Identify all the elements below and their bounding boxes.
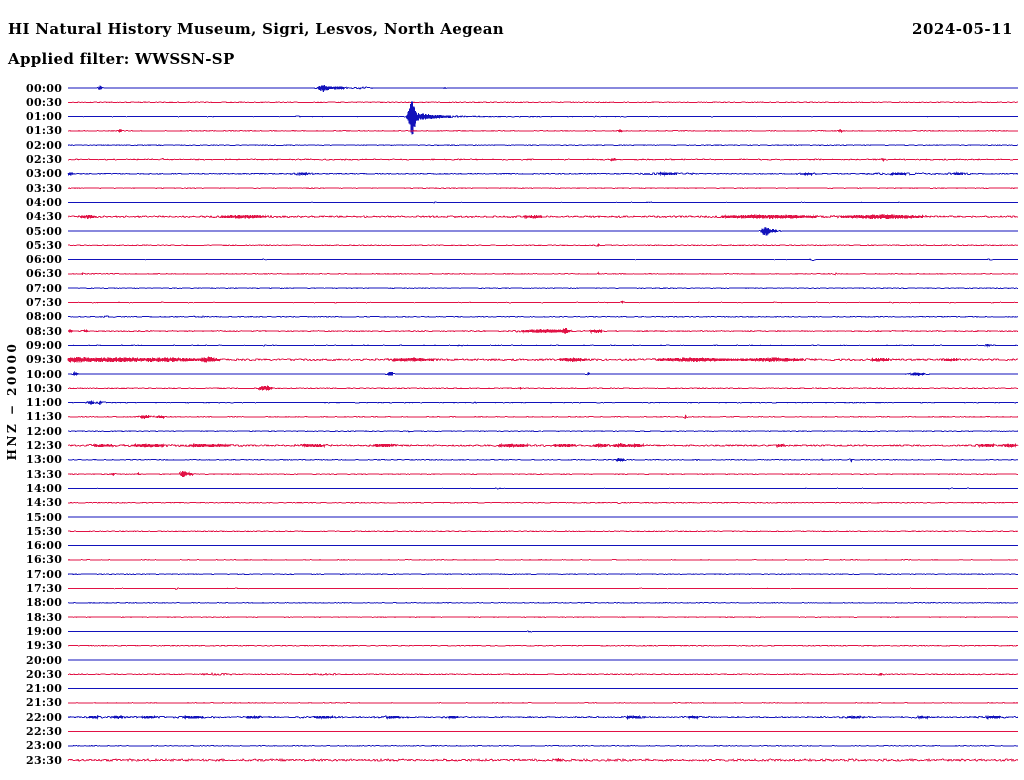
trace-2200 bbox=[67, 714, 1019, 721]
trace-0100 bbox=[67, 101, 1019, 135]
trace-0130 bbox=[67, 129, 1019, 134]
time-label-2100: 21:00 bbox=[26, 682, 63, 696]
time-label-1700: 17:00 bbox=[26, 567, 63, 581]
time-label-0830: 08:30 bbox=[26, 324, 63, 338]
time-label-0230: 02:30 bbox=[26, 153, 63, 166]
time-label-0400: 04:00 bbox=[26, 195, 63, 209]
trace-1230 bbox=[67, 442, 1019, 449]
trace-0930 bbox=[67, 356, 1019, 363]
time-label-0530: 05:30 bbox=[26, 238, 63, 252]
trace-0000 bbox=[67, 84, 1019, 92]
time-label-0200: 02:00 bbox=[26, 138, 63, 152]
time-label-0030: 00:30 bbox=[26, 95, 63, 109]
trace-1430 bbox=[67, 501, 1019, 505]
time-label-0700: 07:00 bbox=[26, 281, 63, 295]
trace-0300 bbox=[67, 171, 1019, 177]
time-label-0930: 09:30 bbox=[26, 353, 63, 367]
trace-0400 bbox=[67, 201, 1019, 204]
trace-0600 bbox=[67, 258, 1019, 262]
trace-0330 bbox=[67, 187, 1019, 189]
time-label-1730: 17:30 bbox=[26, 582, 63, 595]
trace-1200 bbox=[67, 430, 1019, 433]
time-label-1100: 11:00 bbox=[26, 396, 63, 410]
time-label-0500: 05:00 bbox=[26, 224, 63, 238]
time-label-1230: 12:30 bbox=[26, 439, 63, 452]
time-label-2300: 23:00 bbox=[26, 739, 63, 753]
time-label-0300: 03:00 bbox=[26, 167, 63, 181]
trace-1900 bbox=[67, 630, 1019, 633]
time-label-1200: 12:00 bbox=[26, 424, 63, 438]
trace-2130 bbox=[67, 702, 1019, 704]
time-label-0730: 07:30 bbox=[26, 296, 63, 309]
trace-1330 bbox=[67, 470, 1019, 478]
time-label-1630: 16:30 bbox=[26, 553, 63, 567]
time-label-1430: 14:30 bbox=[26, 496, 63, 510]
trace-0230 bbox=[67, 157, 1019, 163]
time-label-2000: 20:00 bbox=[26, 653, 63, 667]
trace-1930 bbox=[67, 644, 1019, 647]
trace-1830 bbox=[67, 616, 1019, 618]
time-label-1130: 11:30 bbox=[26, 410, 63, 424]
time-label-0000: 00:00 bbox=[26, 81, 63, 95]
trace-2330 bbox=[67, 758, 1019, 763]
trace-0530 bbox=[67, 243, 1019, 247]
time-label-1530: 15:30 bbox=[26, 524, 63, 538]
trace-0030 bbox=[67, 101, 1019, 104]
trace-0900 bbox=[68, 343, 1019, 348]
time-label-0800: 08:00 bbox=[26, 310, 63, 324]
time-label-2330: 23:30 bbox=[26, 753, 63, 767]
helicorder-plot bbox=[67, 84, 1019, 763]
trace-2030 bbox=[67, 672, 1019, 676]
trace-0500 bbox=[67, 227, 1019, 236]
trace-0630 bbox=[67, 271, 1019, 276]
trace-0430 bbox=[67, 214, 1019, 220]
time-label-2130: 21:30 bbox=[26, 696, 63, 710]
time-label-1500: 15:00 bbox=[26, 510, 63, 524]
trace-1130 bbox=[67, 414, 1019, 420]
time-label-2200: 22:00 bbox=[26, 710, 63, 724]
time-label-0900: 09:00 bbox=[26, 338, 63, 352]
trace-1100 bbox=[67, 400, 1019, 406]
time-label-1800: 18:00 bbox=[26, 596, 63, 610]
time-label-2030: 20:30 bbox=[26, 667, 63, 681]
time-label-1030: 10:30 bbox=[26, 381, 63, 395]
time-label-2230: 22:30 bbox=[26, 725, 63, 738]
time-label-1000: 10:00 bbox=[26, 367, 63, 381]
trace-2230 bbox=[67, 730, 1019, 733]
time-label-0330: 03:30 bbox=[26, 181, 63, 195]
time-label-0100: 01:00 bbox=[26, 110, 63, 124]
trace-0800 bbox=[67, 315, 1019, 319]
time-label-1600: 16:00 bbox=[26, 539, 63, 553]
trace-1000 bbox=[67, 371, 1019, 377]
trace-0730 bbox=[67, 300, 1019, 304]
time-label-1830: 18:30 bbox=[26, 610, 63, 624]
trace-0830 bbox=[67, 327, 1019, 335]
time-label-0130: 01:30 bbox=[26, 124, 63, 138]
trace-1530 bbox=[67, 530, 1019, 533]
trace-1400 bbox=[67, 487, 1019, 490]
trace-1730 bbox=[67, 587, 1019, 590]
time-label-0600: 06:00 bbox=[26, 253, 63, 267]
trace-1300 bbox=[67, 458, 1019, 463]
time-label-1900: 19:00 bbox=[26, 624, 63, 638]
time-label-1930: 19:30 bbox=[26, 639, 63, 653]
time-label-1400: 14:00 bbox=[26, 481, 63, 495]
trace-1030 bbox=[67, 385, 1019, 391]
time-label-0430: 04:30 bbox=[26, 210, 63, 224]
trace-1630 bbox=[67, 559, 1019, 561]
time-label-1300: 13:00 bbox=[26, 453, 63, 467]
helicorder-page: HI Natural History Museum, Sigri, Lesvos… bbox=[0, 0, 1024, 780]
time-label-0630: 06:30 bbox=[26, 267, 63, 281]
time-label-1330: 13:30 bbox=[26, 467, 63, 481]
